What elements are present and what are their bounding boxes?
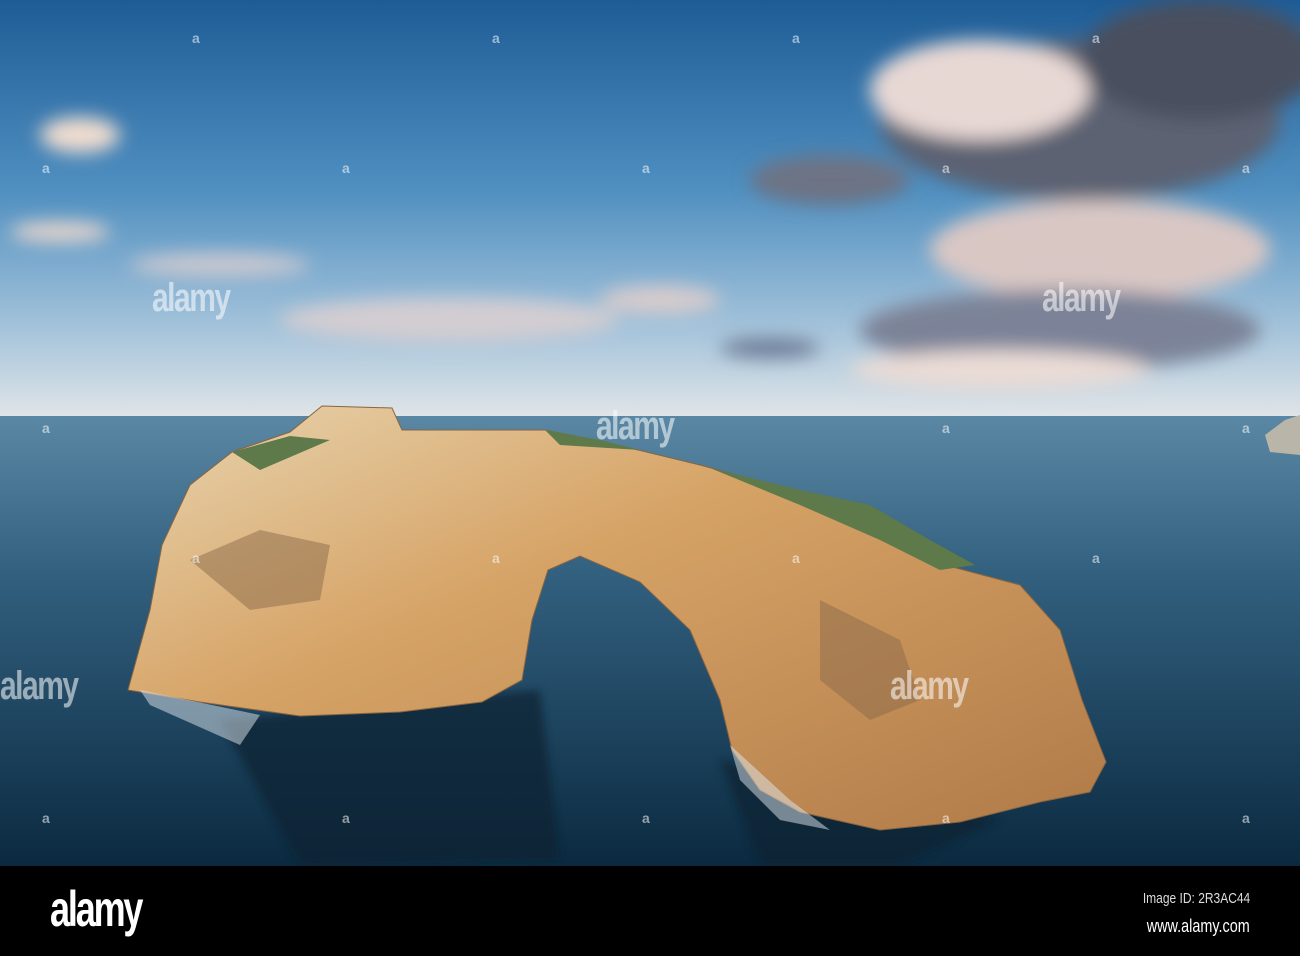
watermark-mark: a bbox=[1242, 160, 1250, 176]
footer-bar: alamy Image ID: 2R3AC44 www.alamy.com bbox=[0, 866, 1300, 956]
site-url: www.alamy.com bbox=[1147, 916, 1250, 936]
alamy-logo: alamy bbox=[50, 881, 143, 937]
watermark-mark: a bbox=[342, 810, 350, 826]
watermark-mark: a bbox=[942, 810, 950, 826]
image-id: Image ID: 2R3AC44 bbox=[1142, 890, 1250, 907]
watermark-mark: a bbox=[342, 160, 350, 176]
watermark-mark: a bbox=[1092, 30, 1100, 46]
watermark-mark: a bbox=[492, 30, 500, 46]
watermark-mark: a bbox=[642, 810, 650, 826]
watermark-mark: a bbox=[1242, 420, 1250, 436]
watermark-mark: a bbox=[1092, 550, 1100, 566]
watermark-text: alamy bbox=[152, 276, 231, 320]
watermark-text: alamy bbox=[1042, 276, 1121, 320]
watermark-mark: a bbox=[492, 550, 500, 566]
watermark-mark: a bbox=[792, 550, 800, 566]
watermark-text: alamy bbox=[596, 404, 675, 448]
watermark-mark: a bbox=[642, 160, 650, 176]
watermark-mark: a bbox=[942, 160, 950, 176]
watermark-mark: a bbox=[192, 550, 200, 566]
watermark-mark: a bbox=[42, 420, 50, 436]
watermark-mark: a bbox=[42, 810, 50, 826]
watermark-mark: a bbox=[42, 160, 50, 176]
watermark-text: alamy bbox=[890, 664, 969, 708]
stock-photo-page: alamy alamy alamy alamy alamy a a a a a … bbox=[0, 0, 1300, 956]
watermark-mark: a bbox=[1242, 810, 1250, 826]
watermark-mark: a bbox=[192, 30, 200, 46]
watermark-mark: a bbox=[792, 30, 800, 46]
watermark-text: alamy bbox=[0, 664, 79, 708]
watermark-mark: a bbox=[942, 420, 950, 436]
